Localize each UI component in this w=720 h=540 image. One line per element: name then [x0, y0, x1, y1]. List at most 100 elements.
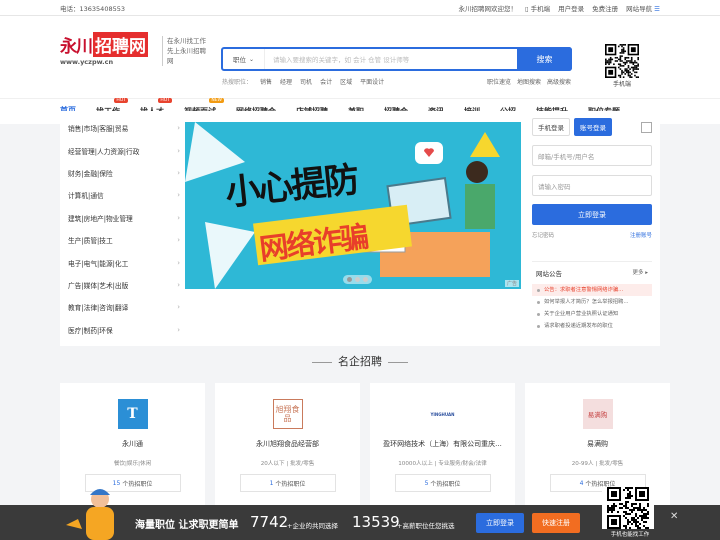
qr-code-icon: [605, 44, 639, 78]
hot-jobs-link[interactable]: 1 个热招职位: [239, 474, 336, 492]
company-meta: 10000人以上 | 专业服务/财会/法律: [398, 461, 487, 467]
chevron-right-icon: ›: [177, 325, 180, 334]
search-box: 职位 ⌄ 请输入要搜索的关键字，如 会计 仓管 设计师等 搜索: [221, 47, 572, 71]
search-type-select[interactable]: 职位 ⌄: [223, 49, 265, 69]
company-name[interactable]: 永川旭翔食品经营部: [215, 439, 360, 449]
category-item[interactable]: 经营管理|人力资源|行政 ›: [68, 139, 180, 161]
password-field[interactable]: 请输入密码: [532, 175, 652, 196]
nav-badge: HOT: [114, 97, 128, 103]
search-option-link[interactable]: 高级搜索: [547, 77, 571, 86]
category-item[interactable]: 医疗|制药|环保 ›: [68, 319, 180, 341]
company-name[interactable]: 易满购: [525, 439, 670, 449]
username-field[interactable]: 邮箱/手机号/用户名: [532, 145, 652, 166]
login-box: 手机登录 账号登录 邮箱/手机号/用户名 请输入密码 立即登录 忘记密码 注册账…: [532, 118, 652, 239]
site-nav-link[interactable]: 网站导航 ☰: [626, 3, 660, 13]
notice-box: 网站公告 更多 ▸ 公告：求职者注意警惕网络诈骗... 如何举报人才简历？怎么举报…: [532, 261, 652, 332]
hot-search-item[interactable]: 区域: [340, 77, 352, 86]
forgot-password-link[interactable]: 忘记密码: [532, 231, 554, 239]
qr-login-icon[interactable]: [641, 121, 652, 133]
search-button[interactable]: 搜索: [517, 47, 572, 71]
company-logo[interactable]: 易满购: [582, 399, 613, 429]
chevron-right-icon: ›: [177, 280, 180, 289]
company-cards: T 永川通 餐饮|娱乐|休闲 15 个热招职位 旭翔食品 永川旭翔食品经营部 20…: [60, 383, 670, 508]
notice-title: 网站公告: [536, 270, 562, 278]
footer-login-button[interactable]: 立即登录: [476, 513, 524, 533]
contact-phone: 电话：13635408553: [60, 4, 125, 13]
mascot-illustration: [66, 489, 114, 540]
menu-icon: ☰: [654, 4, 660, 13]
company-card[interactable]: 旭翔食品 永川旭翔食品经营部 20人以下 | 批发/零售 1 个热招职位: [215, 383, 360, 508]
header: 永川 招聘网 www.yczpw.cn 在永川找工作 先上永川招聘网 职位 ⌄ 请输…: [0, 16, 720, 98]
company-count: 7742: [250, 513, 289, 531]
notice-more-link[interactable]: 更多 ▸: [632, 268, 648, 278]
hot-search-item[interactable]: 销售: [260, 77, 272, 86]
tab-account-login[interactable]: 账号登录: [574, 118, 612, 136]
search-input[interactable]: 请输入要搜索的关键字，如 会计 仓管 设计师等: [265, 49, 517, 69]
slider-dots[interactable]: [343, 275, 372, 284]
footer-qr-label: 手机也能找工作: [610, 532, 650, 538]
category-item[interactable]: 生产|质管|技工 ›: [68, 229, 180, 251]
company-logo[interactable]: 旭翔食品: [272, 399, 303, 429]
ad-tag: 广告: [504, 280, 519, 287]
register-link[interactable]: 免费注册: [592, 3, 618, 13]
hot-search-item[interactable]: 司机: [300, 77, 312, 86]
company-name[interactable]: 永川通: [60, 439, 205, 449]
chevron-right-icon: ›: [177, 146, 180, 155]
login-link[interactable]: 用户登录: [558, 3, 584, 13]
mobile-link[interactable]: ▯ 手机端: [525, 3, 550, 13]
nav-badge: HOT: [158, 97, 172, 103]
notice-item[interactable]: 请求职者投递近期发布的职位: [532, 320, 652, 332]
company-logo[interactable]: T: [117, 399, 148, 429]
tab-mobile-login[interactable]: 手机登录: [532, 118, 570, 136]
hero-panel: 销售|市场|客服|贸易 › 经营管理|人力资源|行政 › 财务|金融|保险 › 计算机…: [60, 111, 660, 346]
hot-search-item[interactable]: 会计: [320, 77, 332, 86]
banner-slider[interactable]: 小心提防 网络诈骗 广告: [185, 122, 521, 289]
chevron-right-icon: ›: [177, 258, 180, 267]
company-meta: 20-99人 | 批发/零售: [571, 461, 624, 467]
company-meta: 餐饮|娱乐|休闲: [113, 461, 152, 467]
logo-slogan: 在永川找工作 先上永川招聘网: [162, 36, 210, 66]
site-logo[interactable]: 永川 招聘网 www.yczpw.cn 在永川找工作 先上永川招聘网: [60, 32, 210, 76]
footer-slogan: 海量职位 让求职更简单: [135, 520, 239, 531]
company-meta: 20人以下 | 批发/零售: [260, 461, 315, 467]
category-item[interactable]: 销售|市场|客服|贸易 ›: [68, 117, 180, 139]
job-count: 13539: [352, 513, 400, 531]
notice-item[interactable]: 关于企业用户营业执照认证通知: [532, 308, 652, 320]
company-logo[interactable]: YINGHUAN: [428, 399, 458, 429]
category-item[interactable]: 计算机|通信 ›: [68, 184, 180, 206]
search-option-link[interactable]: 地图搜索: [517, 77, 541, 86]
chevron-right-icon: ›: [177, 213, 180, 222]
nav-badge: NEW: [209, 97, 224, 103]
category-item[interactable]: 财务|金融|保险 ›: [68, 162, 180, 184]
category-item[interactable]: 教育|法律|咨询|翻译 ›: [68, 296, 180, 318]
notice-item[interactable]: 公告：求职者注意警惕网络诈骗...: [532, 284, 652, 296]
notice-item[interactable]: 如何举报人才简历？怎么举报招聘...: [532, 296, 652, 308]
chevron-right-icon: ›: [177, 124, 180, 133]
category-item[interactable]: 电子|电气|能源|化工 ›: [68, 251, 180, 273]
chevron-down-icon: ⌄: [248, 55, 255, 63]
hot-search-item[interactable]: 平面设计: [360, 77, 384, 86]
close-icon[interactable]: ✕: [670, 511, 678, 522]
qr-label: 手机端: [612, 81, 631, 88]
category-menu: 销售|市场|客服|贸易 › 经营管理|人力资源|行政 › 财务|金融|保险 › 计算机…: [68, 117, 180, 341]
category-item[interactable]: 广告|媒体|艺术|出版 ›: [68, 274, 180, 296]
login-button[interactable]: 立即登录: [532, 204, 652, 225]
footer-qr-code-icon: [602, 487, 654, 529]
search-links: 职位速览 地图搜索 高级搜索: [487, 77, 571, 86]
chevron-right-icon: ›: [177, 303, 180, 312]
hot-search-item[interactable]: 经理: [280, 77, 292, 86]
top-bar: 电话：13635408553 永川招聘网欢迎您！ ▯ 手机端 用户登录 免费注册…: [0, 0, 720, 16]
footer-register-button[interactable]: 快速注册: [532, 513, 580, 533]
section-title: 名企招聘: [0, 353, 720, 369]
welcome-text: 永川招聘网欢迎您！: [458, 4, 517, 13]
company-card[interactable]: YINGHUAN 盈环网络技术（上海）有限公司重庆... 10000人以上 | …: [370, 383, 515, 508]
chevron-right-icon: ›: [177, 191, 180, 200]
chevron-right-icon: ›: [177, 236, 180, 245]
category-item[interactable]: 建筑|房地产|物业管理 ›: [68, 207, 180, 229]
hot-jobs-link[interactable]: 5 个热招职位: [394, 474, 491, 492]
search-option-link[interactable]: 职位速览: [487, 77, 511, 86]
company-name[interactable]: 盈环网络技术（上海）有限公司重庆...: [370, 439, 515, 449]
register-account-link[interactable]: 注册账号: [630, 231, 652, 239]
hot-label: 热搜职位：: [222, 79, 253, 86]
hot-searches: 热搜职位： 销售 经理 司机 会计 区域 平面设计: [222, 77, 384, 86]
